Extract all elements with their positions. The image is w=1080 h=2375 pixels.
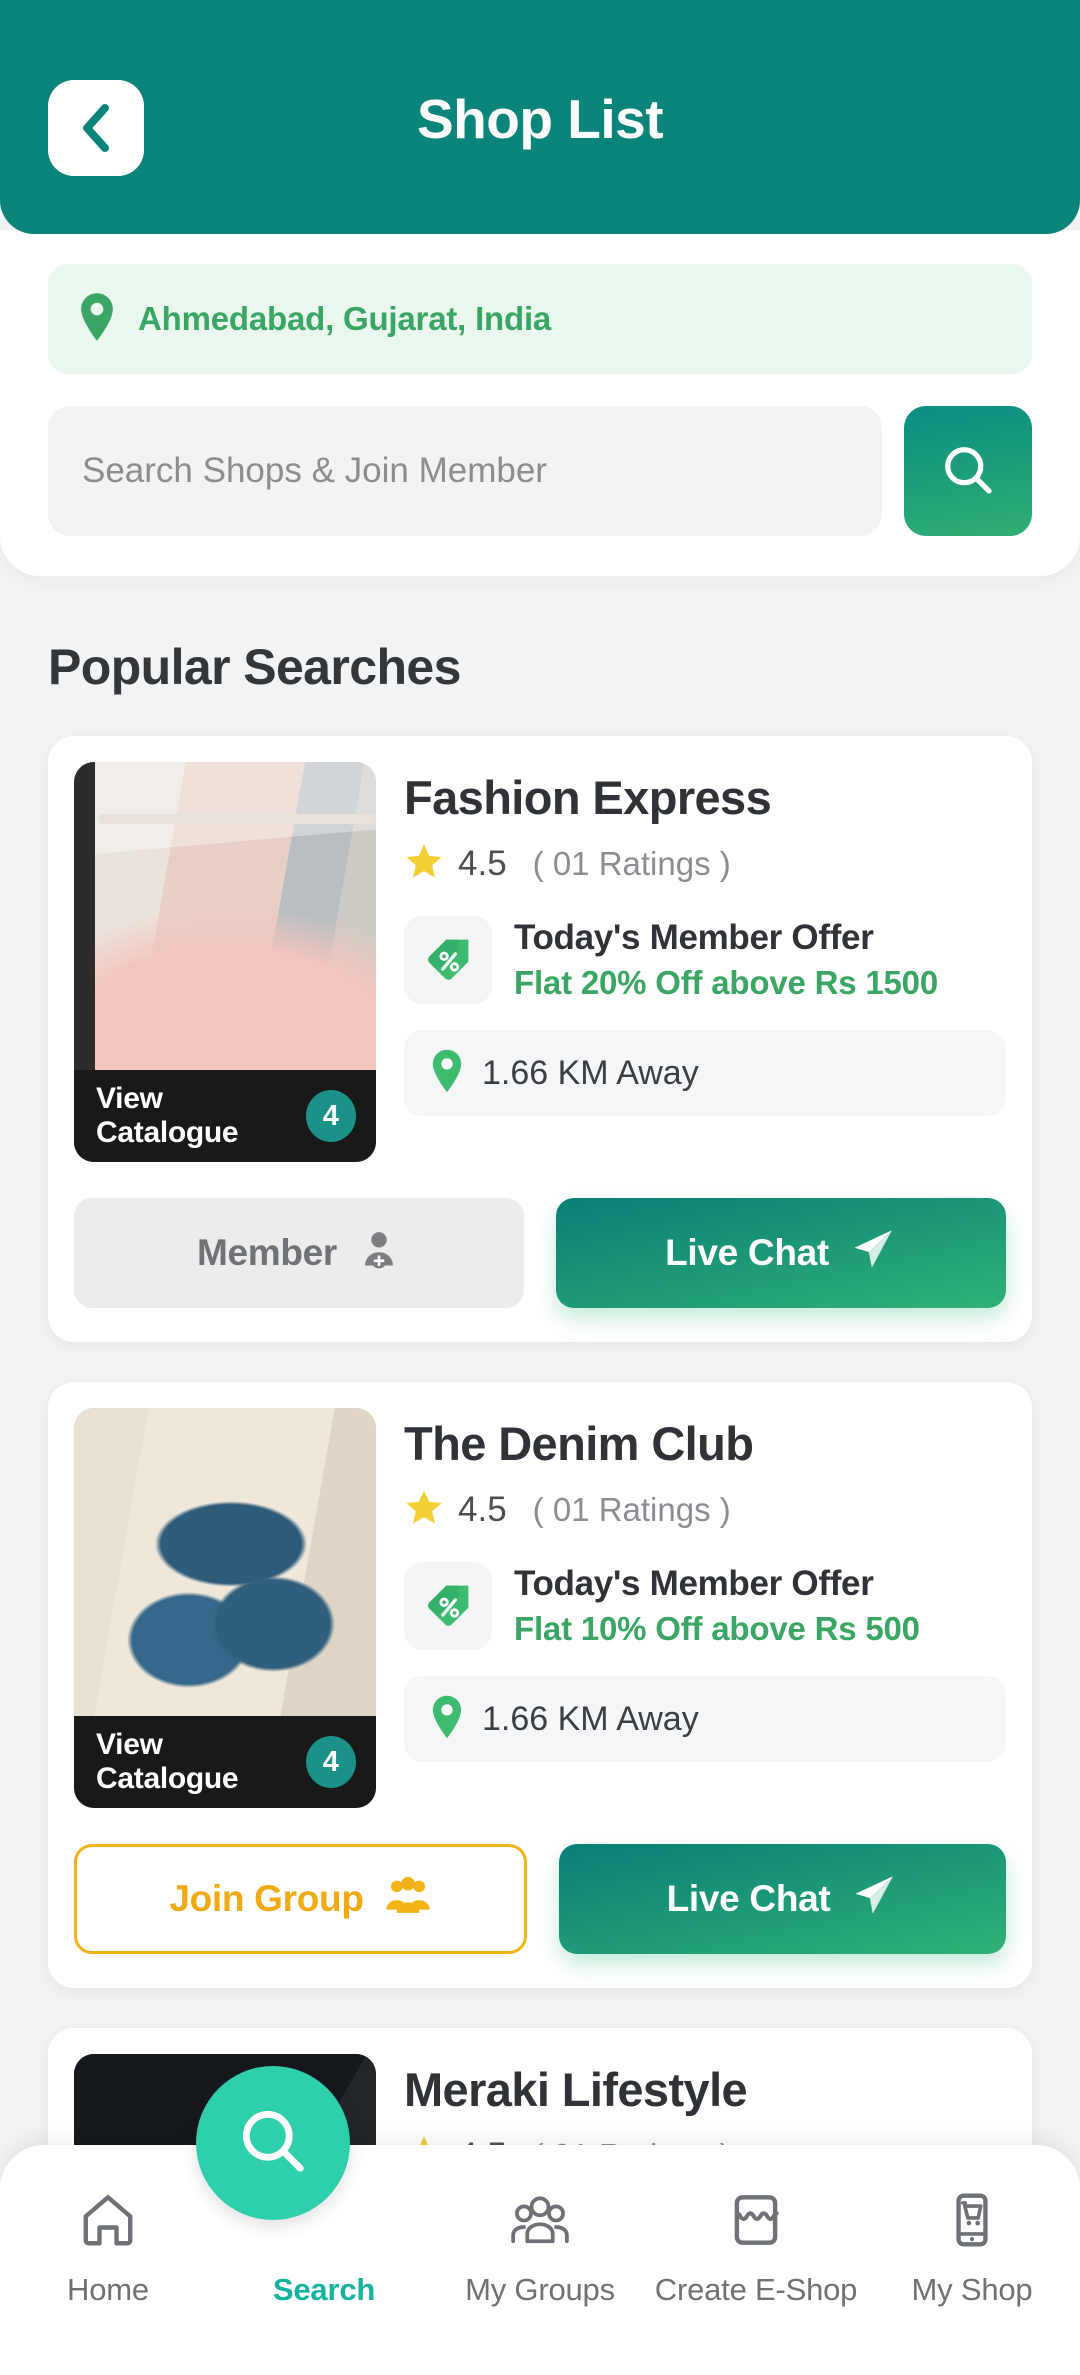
map-pin-icon: [78, 292, 116, 346]
group-people-icon: [384, 1873, 432, 1926]
offer-text-block: Today's Member Offer Flat 10% Off above …: [514, 1564, 920, 1648]
shop-name: Fashion Express: [404, 771, 772, 824]
search-input[interactable]: [48, 406, 882, 536]
card-actions: Member Live Chat: [74, 1162, 1006, 1342]
shop-thumbnail[interactable]: View Catalogue 4: [74, 762, 376, 1162]
discount-tag-icon: [404, 1562, 492, 1650]
discount-tag-icon: [404, 916, 492, 1004]
rating-value: 4.5: [458, 1489, 507, 1529]
nav-label-my-groups: My Groups: [465, 2272, 615, 2307]
nav-label-home: Home: [67, 2272, 149, 2307]
person-add-icon: [357, 1227, 401, 1280]
nav-item-create-eshop[interactable]: Create E-Shop: [648, 2189, 864, 2308]
map-pin-icon: [430, 1695, 464, 1744]
member-button-label: Member: [196, 1232, 338, 1273]
chevron-left-icon: [79, 102, 113, 154]
send-plane-icon: [850, 1871, 898, 1928]
live-chat-button[interactable]: Live Chat: [556, 1198, 1006, 1308]
rating-count: ( 01 Ratings ): [532, 844, 731, 882]
member-offer: Today's Member Offer Flat 10% Off above …: [404, 1562, 1006, 1650]
offer-title: Today's Member Offer: [514, 918, 874, 957]
view-catalogue-button[interactable]: View Catalogue 4: [74, 1070, 376, 1162]
search-fab[interactable]: [196, 2066, 350, 2220]
storefront-icon: [725, 2189, 787, 2256]
live-chat-button[interactable]: Live Chat: [559, 1844, 1006, 1954]
shop-details: The Denim Club 4.5 ( 01 Ratings ) Today'…: [404, 1408, 1006, 1808]
member-offer: Today's Member Offer Flat 20% Off above …: [404, 916, 1006, 1004]
view-catalogue-label: View Catalogue: [96, 1728, 239, 1795]
shop-card[interactable]: View Catalogue 4 The Denim Club 4.5 ( 01…: [48, 1382, 1032, 1988]
shop-list-scroll[interactable]: Popular Searches View Catalogue 4 Fashio…: [0, 570, 1080, 2375]
shop-name: Meraki Lifestyle: [404, 2063, 748, 2116]
member-button[interactable]: Member: [74, 1198, 524, 1308]
offer-text-block: Today's Member Offer Flat 20% Off above …: [514, 918, 938, 1002]
bottom-navigation: Home Search My Groups Create E-Shop My S…: [0, 2145, 1080, 2375]
star-icon: [404, 841, 444, 886]
send-plane-icon: [849, 1225, 897, 1282]
distance-row: 1.66 KM Away: [404, 1030, 1006, 1116]
search-row: [48, 406, 1032, 536]
distance-text: 1.66 KM Away: [482, 1053, 699, 1092]
rating-row: 4.5 ( 01 Ratings ): [404, 1487, 1006, 1532]
nav-label-my-shop: My Shop: [911, 2272, 1033, 2307]
catalogue-count-badge: 4: [305, 1090, 356, 1142]
mobile-cart-icon: [941, 2189, 1003, 2256]
live-chat-label: Live Chat: [665, 1232, 829, 1273]
rating-row: 4.5 ( 01 Ratings ): [404, 841, 1006, 886]
star-icon: [404, 1487, 444, 1532]
app-screen: Shop List Ahmedabad, Gujarat, India Sear…: [0, 0, 1080, 2375]
shop-card-top: View Catalogue 4 The Denim Club 4.5 ( 01…: [74, 1408, 1006, 1808]
view-catalogue-label: View Catalogue: [96, 1082, 239, 1149]
page-title: Shop List: [416, 88, 664, 150]
nav-label-create-eshop: Create E-Shop: [654, 2272, 858, 2307]
distance-row: 1.66 KM Away: [404, 1676, 1006, 1762]
offer-title: Today's Member Offer: [514, 1564, 874, 1603]
catalogue-count-badge: 4: [305, 1736, 356, 1788]
shop-details: Fashion Express 4.5 ( 01 Ratings ) Today…: [404, 762, 1006, 1162]
nav-item-my-shop[interactable]: My Shop: [864, 2189, 1080, 2308]
shop-card[interactable]: View Catalogue 4 Fashion Express 4.5 (0…: [48, 736, 1032, 1342]
shop-thumbnail[interactable]: View Catalogue 4: [74, 1408, 376, 1808]
search-button[interactable]: [904, 406, 1032, 536]
view-catalogue-button[interactable]: View Catalogue 4: [74, 1716, 376, 1808]
join-group-label: Join Group: [169, 1878, 364, 1919]
distance-text: 1.66 KM Away: [482, 1699, 699, 1738]
group-icon: [507, 2189, 573, 2256]
section-title: Popular Searches: [48, 639, 461, 695]
location-selector[interactable]: Ahmedabad, Gujarat, India: [48, 264, 1032, 374]
nav-label-search: Search: [272, 2272, 376, 2307]
offer-subtitle: Flat 10% Off above Rs 500: [514, 1610, 920, 1647]
nav-item-home[interactable]: Home: [0, 2189, 216, 2308]
shop-card-top: View Catalogue 4 Fashion Express 4.5 (0…: [74, 762, 1006, 1162]
card-actions: Join Group Live Chat: [74, 1808, 1006, 1988]
offer-subtitle: Flat 20% Off above Rs 1500: [514, 964, 938, 1001]
search-panel: Ahmedabad, Gujarat, India: [0, 230, 1080, 576]
rating-count: ( 01 Ratings ): [532, 1490, 731, 1528]
home-icon: [77, 2189, 139, 2256]
search-icon: [234, 2102, 312, 2185]
shop-name: The Denim Club: [404, 1417, 754, 1470]
app-header: Shop List: [0, 0, 1080, 234]
nav-item-my-groups[interactable]: My Groups: [432, 2189, 648, 2308]
live-chat-label: Live Chat: [666, 1878, 831, 1919]
location-text: Ahmedabad, Gujarat, India: [138, 300, 552, 337]
rating-value: 4.5: [458, 843, 507, 883]
join-group-button[interactable]: Join Group: [74, 1844, 527, 1954]
search-icon: [938, 440, 998, 503]
map-pin-icon: [430, 1049, 464, 1098]
back-button[interactable]: [48, 80, 144, 176]
